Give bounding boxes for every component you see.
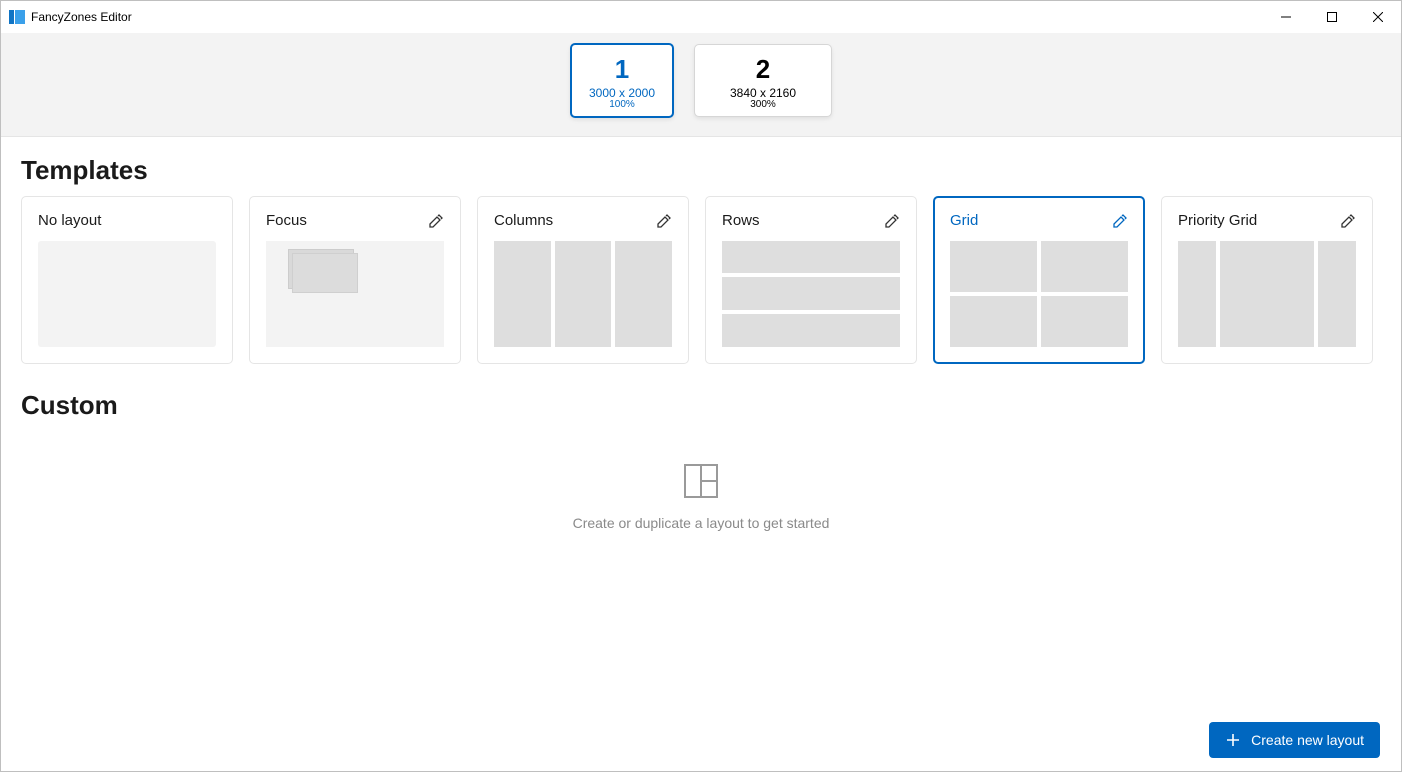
create-button-label: Create new layout (1251, 732, 1364, 748)
monitor-card-1[interactable]: 1 3000 x 2000 100% (570, 43, 674, 118)
pencil-icon[interactable] (1340, 213, 1356, 229)
pencil-icon[interactable] (428, 213, 444, 229)
monitor-resolution: 3840 x 2160 (699, 86, 827, 100)
pencil-icon[interactable] (656, 213, 672, 229)
templates-heading: Templates (21, 155, 1381, 186)
template-preview (1178, 241, 1356, 347)
template-title: No layout (38, 212, 101, 229)
layout-empty-icon (21, 461, 1381, 501)
monitor-card-2[interactable]: 2 3840 x 2160 300% (694, 44, 832, 117)
template-card-columns[interactable]: Columns (477, 196, 689, 364)
template-preview (38, 241, 216, 347)
template-card-grid[interactable]: Grid (933, 196, 1145, 364)
monitor-bar: 1 3000 x 2000 100% 2 3840 x 2160 300% (1, 33, 1401, 137)
plus-icon (1225, 732, 1241, 748)
titlebar: FancyZones Editor (1, 1, 1401, 33)
maximize-button[interactable] (1309, 1, 1355, 33)
template-title: Priority Grid (1178, 212, 1257, 229)
template-card-focus[interactable]: Focus (249, 196, 461, 364)
template-title: Grid (950, 212, 978, 229)
template-card-rows[interactable]: Rows (705, 196, 917, 364)
template-preview (266, 241, 444, 347)
monitor-scale: 100% (576, 99, 668, 110)
monitor-number: 2 (699, 55, 827, 84)
template-preview (494, 241, 672, 347)
template-preview (722, 241, 900, 347)
monitor-resolution: 3000 x 2000 (576, 86, 668, 100)
template-card-no-layout[interactable]: No layout (21, 196, 233, 364)
custom-heading: Custom (21, 390, 1381, 421)
template-title: Rows (722, 212, 760, 229)
custom-empty-state: Create or duplicate a layout to get star… (21, 461, 1381, 531)
pencil-icon[interactable] (1112, 213, 1128, 229)
minimize-button[interactable] (1263, 1, 1309, 33)
close-button[interactable] (1355, 1, 1401, 33)
template-title: Focus (266, 212, 307, 229)
template-card-priority-grid[interactable]: Priority Grid (1161, 196, 1373, 364)
template-title: Columns (494, 212, 553, 229)
pencil-icon[interactable] (884, 213, 900, 229)
monitor-number: 1 (576, 55, 668, 84)
templates-row: No layout Focus Columns (21, 196, 1381, 364)
create-new-layout-button[interactable]: Create new layout (1209, 722, 1380, 758)
custom-empty-message: Create or duplicate a layout to get star… (21, 515, 1381, 531)
window-title: FancyZones Editor (31, 10, 132, 24)
app-icon (9, 9, 25, 25)
template-preview (950, 241, 1128, 347)
monitor-scale: 300% (699, 99, 827, 110)
